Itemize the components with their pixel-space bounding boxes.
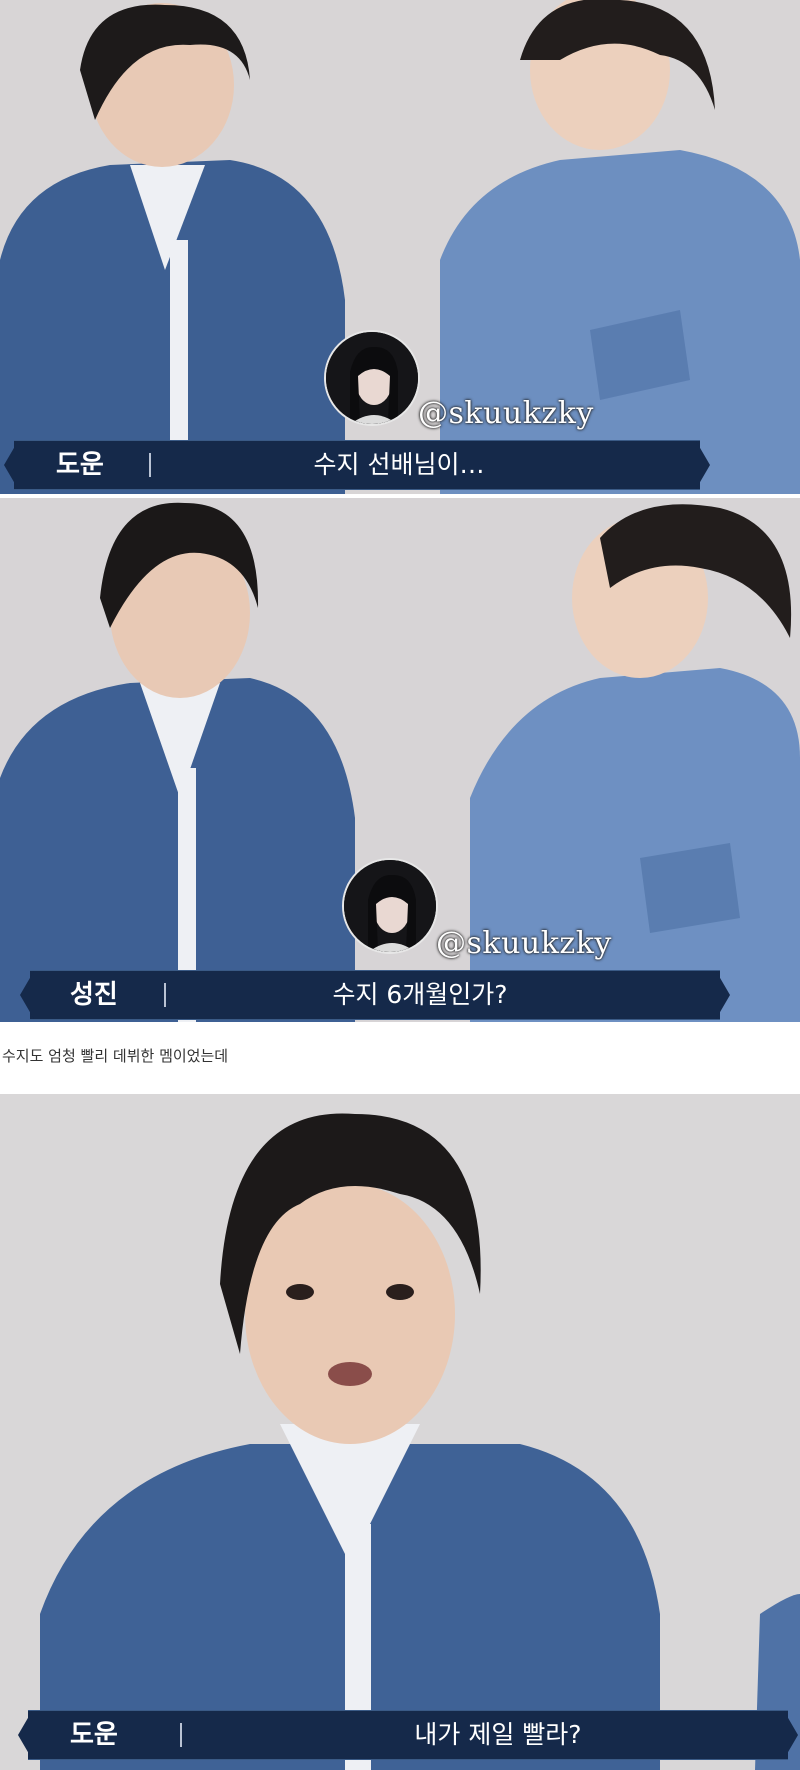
avatar-portrait (326, 332, 418, 424)
video-frame-1: @skuukzky 도운 수지 선배님이… (0, 0, 800, 494)
video-frame-3: 도운 내가 제일 빨라? (0, 1094, 800, 1770)
watermark-handle: @skuukzky (418, 396, 594, 431)
subtitle-text: 수지 6개월인가? (332, 980, 508, 1009)
avatar-image (324, 330, 420, 426)
subtitle-bar: 도운 내가 제일 빨라? (28, 1710, 788, 1760)
separator (180, 1723, 182, 1747)
subtitle-text: 수지 선배님이… (313, 450, 485, 479)
frame-3-illustration (0, 1094, 800, 1770)
separator (149, 453, 151, 477)
avatar-image (342, 858, 438, 954)
subtitle-bar: 성진 수지 6개월인가? (30, 970, 720, 1020)
speaker-name: 도운 (70, 1720, 118, 1750)
separator (164, 983, 166, 1007)
subtitle-text: 내가 제일 빨라? (414, 1720, 582, 1749)
speaker-name: 성진 (70, 980, 118, 1010)
avatar-portrait (344, 860, 436, 952)
video-frame-2: @skuukzky 성진 수지 6개월인가? (0, 498, 800, 1022)
subtitle-bar: 도운 수지 선배님이… (14, 440, 700, 490)
watermark-handle: @skuukzky (436, 926, 612, 961)
post-caption: 수지도 엄청 빨리 데뷔한 멤이었는데 (2, 1047, 229, 1065)
speaker-name: 도운 (56, 450, 104, 480)
